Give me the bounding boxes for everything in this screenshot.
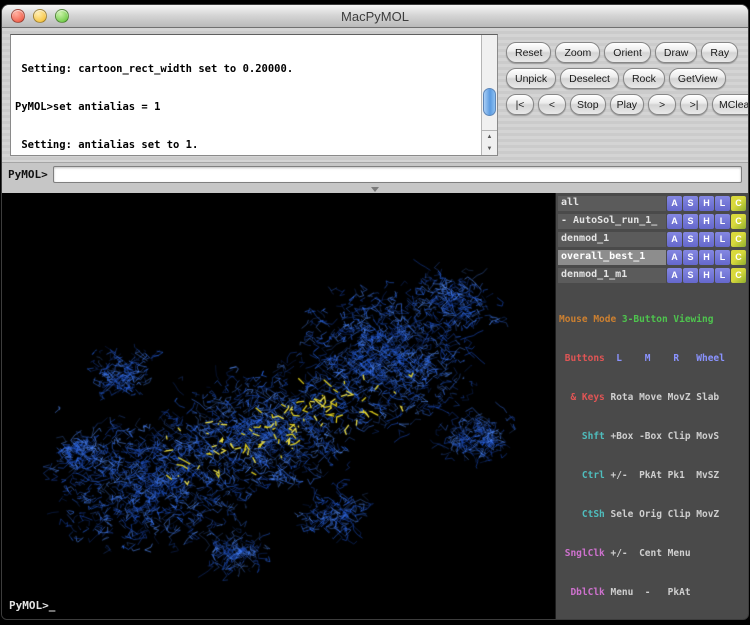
label-button-L[interactable]: L: [715, 232, 730, 247]
button-row-1: Reset Zoom Orient Draw Ray: [506, 42, 738, 63]
rock-button[interactable]: Rock: [623, 68, 665, 89]
title-bar: MacPyMOL: [2, 5, 748, 28]
scroll-down-icon[interactable]: ▼: [482, 143, 497, 155]
play-button[interactable]: Play: [610, 94, 644, 115]
mouse-row: Shft +Box -Box Clip MovS: [559, 430, 748, 443]
window-title: MacPyMOL: [2, 9, 748, 24]
mouse-mode-title[interactable]: Mouse Mode 3-Button Viewing: [559, 313, 748, 326]
unpick-button[interactable]: Unpick: [506, 68, 556, 89]
mouse-row: CtSh Sele Orig Clip MovZ: [559, 508, 748, 521]
action-button-A[interactable]: A: [667, 232, 682, 247]
scroll-up-icon[interactable]: ▲: [482, 131, 497, 143]
scrollbar-arrows: ▲ ▼: [482, 130, 497, 155]
show-button-S[interactable]: S: [683, 232, 698, 247]
object-row-autosol: - AutoSol_run_1_ A S H L C: [558, 213, 746, 229]
object-name[interactable]: denmod_1_m1: [558, 268, 666, 283]
mouse-mode-panel: Mouse Mode 3-Button Viewing Buttons L M …: [556, 285, 748, 620]
upper-panel: Setting: cartoon_rect_width set to 0.200…: [2, 28, 748, 162]
hide-button-H[interactable]: H: [699, 214, 714, 229]
show-button-S[interactable]: S: [683, 268, 698, 283]
action-button-A[interactable]: A: [667, 250, 682, 265]
last-frame-button[interactable]: >|: [680, 94, 708, 115]
zoom-window-button[interactable]: [55, 9, 69, 23]
show-button-S[interactable]: S: [683, 196, 698, 211]
color-button-C[interactable]: C: [731, 232, 746, 247]
label-button-L[interactable]: L: [715, 214, 730, 229]
prev-frame-button[interactable]: <: [538, 94, 566, 115]
show-button-S[interactable]: S: [683, 214, 698, 229]
label-button-L[interactable]: L: [715, 268, 730, 283]
console-line: Setting: antialias set to 1.: [15, 139, 477, 152]
hide-button-H[interactable]: H: [699, 196, 714, 211]
show-button-S[interactable]: S: [683, 250, 698, 265]
mouse-row: Ctrl +/- PkAt Pk1 MvSZ: [559, 469, 748, 482]
button-row-3: |< < Stop Play > >| MClear: [506, 94, 749, 115]
color-button-C[interactable]: C: [731, 250, 746, 265]
action-button-A[interactable]: A: [667, 268, 682, 283]
hide-button-H[interactable]: H: [699, 268, 714, 283]
object-name[interactable]: overall_best_1: [558, 250, 666, 265]
mclear-button[interactable]: MClear: [712, 94, 749, 115]
object-panel: all A S H L C - AutoSol_run_1_ A S H L C…: [555, 193, 748, 619]
color-button-C[interactable]: C: [731, 196, 746, 211]
viewport: PyMOL>_: [2, 193, 555, 619]
console-line: Setting: cartoon_rect_width set to 0.200…: [15, 63, 477, 76]
console-scrollbar[interactable]: ▲ ▼: [481, 35, 497, 155]
main-area: PyMOL>_ all A S H L C - AutoSol_run_1_ A…: [2, 193, 748, 619]
object-row-denmod1: denmod_1 A S H L C: [558, 231, 746, 247]
object-row-denmod1-m1: denmod_1_m1 A S H L C: [558, 267, 746, 283]
mouse-row: DblClk Menu - PkAt: [559, 586, 748, 599]
label-button-L[interactable]: L: [715, 196, 730, 211]
object-row-all: all A S H L C: [558, 195, 746, 211]
hide-button-H[interactable]: H: [699, 250, 714, 265]
object-name[interactable]: - AutoSol_run_1_: [558, 214, 666, 229]
mouse-row: Buttons L M R Wheel: [559, 352, 748, 365]
first-frame-button[interactable]: |<: [506, 94, 534, 115]
prompt-label: PyMOL>: [8, 168, 48, 181]
label-button-L[interactable]: L: [715, 250, 730, 265]
zoom-button[interactable]: Zoom: [555, 42, 600, 63]
deselect-button[interactable]: Deselect: [560, 68, 619, 89]
getview-button[interactable]: GetView: [669, 68, 727, 89]
ray-button[interactable]: Ray: [701, 42, 738, 63]
console-log[interactable]: Setting: cartoon_rect_width set to 0.200…: [10, 34, 498, 156]
orient-button[interactable]: Orient: [604, 42, 651, 63]
macpymol-window: MacPyMOL Setting: cartoon_rect_width set…: [1, 4, 749, 620]
splitter-handle-icon[interactable]: [371, 187, 379, 192]
object-name[interactable]: all: [558, 196, 666, 211]
mouse-row: SnglClk +/- Cent Menu: [559, 547, 748, 560]
command-prompt-row: PyMOL>: [2, 162, 748, 193]
traffic-lights: [2, 9, 69, 23]
action-button-A[interactable]: A: [667, 214, 682, 229]
color-button-C[interactable]: C: [731, 214, 746, 229]
next-frame-button[interactable]: >: [648, 94, 676, 115]
viewport-prompt: PyMOL>_: [9, 599, 55, 612]
object-list: all A S H L C - AutoSol_run_1_ A S H L C…: [556, 193, 748, 285]
draw-button[interactable]: Draw: [655, 42, 698, 63]
object-name[interactable]: denmod_1: [558, 232, 666, 247]
minimize-button[interactable]: [33, 9, 47, 23]
console-line: PyMOL>set antialias = 1: [15, 101, 477, 114]
command-input[interactable]: [53, 166, 742, 183]
stop-button[interactable]: Stop: [570, 94, 606, 115]
mouse-row: & Keys Rota Move MovZ Slab: [559, 391, 748, 404]
color-button-C[interactable]: C: [731, 268, 746, 283]
scrollbar-thumb[interactable]: [483, 88, 496, 116]
button-row-2: Unpick Deselect Rock GetView: [506, 68, 726, 89]
viewport-canvas[interactable]: [2, 193, 555, 619]
console-text: Setting: cartoon_rect_width set to 0.200…: [11, 35, 481, 155]
object-row-overall-best: overall_best_1 A S H L C: [558, 249, 746, 265]
close-button[interactable]: [11, 9, 25, 23]
hide-button-H[interactable]: H: [699, 232, 714, 247]
action-button-A[interactable]: A: [667, 196, 682, 211]
reset-button[interactable]: Reset: [506, 42, 551, 63]
